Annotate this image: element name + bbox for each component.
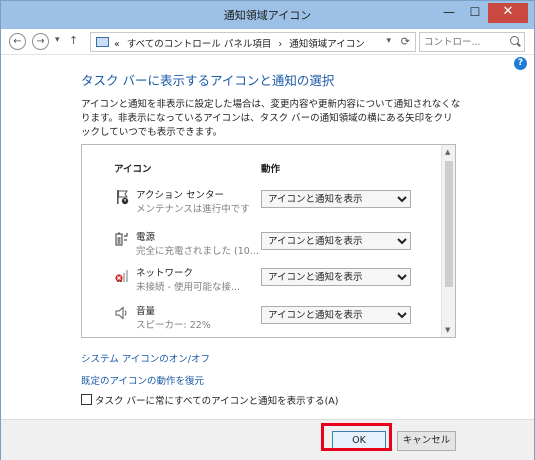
search-box[interactable] bbox=[419, 32, 525, 52]
cancel-button[interactable]: キャンセル bbox=[397, 431, 456, 451]
restore-default-link[interactable]: 既定のアイコンの動作を復元 bbox=[81, 373, 204, 387]
page-title: タスク バーに表示するアイコンと通知の選択 bbox=[81, 73, 335, 88]
show-all-icons-checkbox[interactable] bbox=[81, 394, 92, 405]
maximize-button[interactable]: ☐ bbox=[462, 3, 488, 23]
column-header-icon: アイコン bbox=[114, 164, 152, 175]
address-dropdown-icon[interactable]: ▾ bbox=[386, 36, 391, 46]
icon-list-panel: アイコン 動作 アクション センター メンテナンスは進行中です アイコンと通知を… bbox=[81, 144, 456, 338]
list-item: 音量 スピーカー: 22% アイコンと通知を表示 bbox=[82, 303, 442, 337]
breadcrumb-separator-icon[interactable]: › bbox=[278, 39, 282, 50]
forward-button[interactable]: → bbox=[32, 33, 49, 50]
ok-highlight-frame bbox=[321, 423, 392, 451]
control-panel-icon bbox=[96, 37, 109, 47]
control-panel-window: 通知領域アイコン — ☐ ✕ ← → ▾ ↑ « すべてのコントロール パネル項… bbox=[0, 0, 535, 460]
address-bar[interactable]: « すべてのコントロール パネル項目 › 通知領域アイコン ▾ ⟳ bbox=[90, 32, 416, 52]
dialog-footer: OK キャンセル bbox=[1, 419, 534, 460]
item-status: 未接続 - 使用可能な接... bbox=[136, 282, 241, 293]
close-button[interactable]: ✕ bbox=[488, 3, 528, 23]
help-icon[interactable]: ? bbox=[514, 57, 527, 70]
page-description: アイコンと通知を非表示に設定した場合は、変更内容や更新内容について通知されなくな… bbox=[81, 99, 461, 138]
breadcrumb-all-items[interactable]: すべてのコントロール パネル項目 bbox=[127, 39, 271, 50]
behavior-select[interactable]: アイコンと通知を表示 bbox=[261, 268, 411, 286]
battery-icon bbox=[115, 232, 128, 246]
system-icons-link[interactable]: システム アイコンのオン/オフ bbox=[81, 351, 210, 365]
column-header-action: 動作 bbox=[261, 164, 281, 175]
breadcrumb-overflow-icon[interactable]: « bbox=[114, 39, 120, 50]
refresh-icon[interactable]: ⟳ bbox=[401, 35, 410, 48]
navigation-bar: ← → ▾ ↑ « すべてのコントロール パネル項目 › 通知領域アイコン ▾ … bbox=[1, 29, 534, 55]
item-name: 電源 bbox=[136, 232, 156, 243]
breadcrumb-notification-icons[interactable]: 通知領域アイコン bbox=[289, 39, 365, 50]
item-name: ネットワーク bbox=[136, 268, 194, 279]
scroll-down-icon[interactable]: ▼ bbox=[445, 326, 450, 334]
up-arrow-icon[interactable]: ↑ bbox=[69, 34, 78, 47]
scrollbar-thumb[interactable] bbox=[445, 161, 453, 287]
window-controls: — ☐ ✕ bbox=[436, 3, 528, 23]
action-center-flag-icon bbox=[117, 190, 129, 205]
item-name: アクション センター bbox=[136, 190, 225, 201]
speaker-icon bbox=[115, 306, 127, 320]
minimize-button[interactable]: — bbox=[436, 3, 462, 23]
recent-locations-icon[interactable]: ▾ bbox=[55, 35, 60, 45]
list-scrollbar[interactable]: ▲ ▼ bbox=[441, 145, 455, 337]
item-name: 音量 bbox=[136, 306, 156, 317]
network-icon bbox=[115, 270, 128, 282]
behavior-select[interactable]: アイコンと通知を表示 bbox=[261, 232, 411, 250]
list-item: 電源 完全に充電されました (10... アイコンと通知を表示 bbox=[82, 229, 442, 263]
show-all-icons-label[interactable]: タスク バーに常にすべてのアイコンと通知を表示する(A) bbox=[95, 393, 339, 407]
item-status: メンテナンスは進行中です bbox=[136, 204, 250, 215]
list-item: アクション センター メンテナンスは進行中です アイコンと通知を表示 bbox=[82, 187, 442, 221]
title-bar: 通知領域アイコン — ☐ ✕ bbox=[1, 1, 534, 29]
search-icon[interactable] bbox=[510, 36, 519, 45]
behavior-select[interactable]: アイコンと通知を表示 bbox=[261, 190, 411, 208]
back-button[interactable]: ← bbox=[9, 33, 26, 50]
breadcrumb: « すべてのコントロール パネル項目 › 通知領域アイコン bbox=[114, 36, 369, 50]
list-item: ネットワーク 未接続 - 使用可能な接... アイコンと通知を表示 bbox=[82, 265, 442, 299]
item-status: スピーカー: 22% bbox=[136, 320, 211, 331]
search-input[interactable] bbox=[424, 35, 504, 49]
item-status: 完全に充電されました (10... bbox=[136, 246, 259, 257]
behavior-select[interactable]: アイコンと通知を表示 bbox=[261, 306, 411, 324]
scroll-up-icon[interactable]: ▲ bbox=[445, 148, 450, 156]
